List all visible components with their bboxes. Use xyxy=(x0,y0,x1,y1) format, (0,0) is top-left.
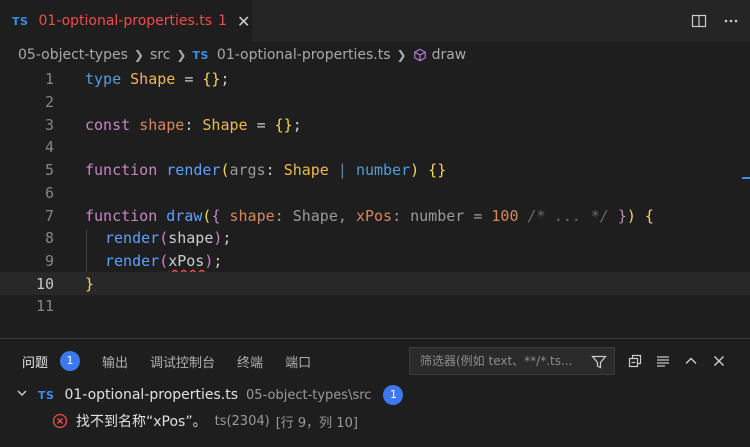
code-line: 2 xyxy=(0,91,750,114)
problem-file-name: 01-optional-properties.ts xyxy=(64,387,239,403)
problem-count-badge: 1 xyxy=(60,351,81,371)
line-number: 6 xyxy=(44,183,54,202)
view-as-list-icon[interactable] xyxy=(654,352,672,370)
line-number: 9 xyxy=(44,251,54,270)
tab-label: 问题 xyxy=(22,355,49,371)
code-line: 7 function draw({ shape: Shape, xPos: nu… xyxy=(0,204,750,227)
tab-problem-count: 1 xyxy=(218,13,227,29)
editor-tab[interactable]: TS 01-optional-properties.ts 1 ✕ xyxy=(0,0,252,42)
code-line: 4 xyxy=(0,136,750,159)
line-number: 4 xyxy=(44,138,54,157)
code-line: 11 xyxy=(0,295,750,318)
problem-count-badge: 1 xyxy=(383,385,404,405)
typescript-file-icon: TS xyxy=(38,388,55,402)
filter-icon[interactable] xyxy=(590,353,608,371)
code-line-current: 10 } xyxy=(0,272,750,295)
line-number: 3 xyxy=(44,115,54,134)
line-number: 11 xyxy=(35,297,54,316)
collapse-all-icon[interactable] xyxy=(626,352,644,370)
breadcrumb: 05-object-types ❯ src ❯ TS 01-optional-p… xyxy=(0,42,750,68)
problem-location: [行 9，列 10] xyxy=(275,415,358,431)
code-text: const shape: Shape = {}; xyxy=(85,115,302,134)
chevron-right-icon: ❯ xyxy=(133,48,144,62)
code-text: function render(args: Shape | number) {} xyxy=(85,161,447,180)
error-squiggle: xPos xyxy=(168,251,205,270)
code-line: 5 function render(args: Shape | number) … xyxy=(0,159,750,182)
problem-item[interactable]: 找不到名称“xPos”。 ts(2304) [行 9，列 10] xyxy=(0,409,750,433)
maximize-panel-icon[interactable] xyxy=(682,352,700,370)
problem-file-path: 05-object-types\src xyxy=(246,387,372,403)
code-line: 3 const shape: Shape = {}; xyxy=(0,113,750,136)
tab-output[interactable]: 输出 xyxy=(102,352,128,371)
line-number: 5 xyxy=(44,161,54,180)
filter-input[interactable] xyxy=(418,353,592,369)
tab-ports[interactable]: 端口 xyxy=(285,352,311,371)
code-text: render(shape); xyxy=(105,229,232,248)
line-number: 2 xyxy=(44,93,54,112)
filter-box xyxy=(409,347,615,375)
split-editor-icon[interactable] xyxy=(690,12,708,30)
code-line: 9 render(xPos); xyxy=(0,250,750,273)
code-text: render(xPos); xyxy=(105,251,223,270)
code-line: 6 xyxy=(0,182,750,205)
tab-debug-console[interactable]: 调试控制台 xyxy=(150,352,215,371)
chevron-right-icon: ❯ xyxy=(396,48,407,62)
typescript-file-icon: TS xyxy=(192,48,209,62)
code-line: 1 type Shape = {}; xyxy=(0,68,750,91)
line-number: 7 xyxy=(44,206,54,225)
close-icon[interactable]: ✕ xyxy=(237,12,250,31)
breadcrumb-src[interactable]: src xyxy=(150,47,170,63)
tab-title: 01-optional-properties.ts xyxy=(38,13,213,29)
editor-actions xyxy=(690,0,740,42)
typescript-file-icon: TS xyxy=(12,14,29,28)
editor-tab-bar: TS 01-optional-properties.ts 1 ✕ xyxy=(0,0,750,42)
breadcrumb-symbol[interactable]: draw xyxy=(432,47,467,63)
error-icon xyxy=(52,413,68,429)
tab-terminal[interactable]: 终端 xyxy=(237,352,263,371)
code-editor[interactable]: 1 type Shape = {}; 2 3 const shape: Shap… xyxy=(0,68,750,338)
code-text: function draw({ shape: Shape, xPos: numb… xyxy=(85,206,654,225)
tab-problems[interactable]: 问题 1 xyxy=(22,351,81,371)
problems-panel: 问题 1 输出 调试控制台 终端 端口 TS 01-optional-pr xyxy=(0,338,750,447)
chevron-right-icon: ❯ xyxy=(176,48,187,62)
chevron-down-icon[interactable] xyxy=(16,387,30,403)
problem-file-row[interactable]: TS 01-optional-properties.ts 05-object-t… xyxy=(0,383,750,407)
code-line: 8 render(shape); xyxy=(0,227,750,250)
line-number: 10 xyxy=(35,274,54,293)
close-panel-icon[interactable] xyxy=(710,352,728,370)
breadcrumb-file[interactable]: 01-optional-properties.ts xyxy=(217,47,391,63)
panel-tabs: 问题 1 输出 调试控制台 终端 端口 xyxy=(0,339,400,383)
line-number: 1 xyxy=(44,70,54,89)
code-text: type Shape = {}; xyxy=(85,70,230,89)
code-text: } xyxy=(85,274,95,293)
problem-message: 找不到名称“xPos”。 xyxy=(76,414,207,430)
line-number: 8 xyxy=(44,229,54,248)
problem-source: ts(2304) xyxy=(214,413,270,429)
more-actions-icon[interactable] xyxy=(722,12,740,30)
breadcrumb-folder[interactable]: 05-object-types xyxy=(18,47,128,63)
panel-actions xyxy=(626,347,728,375)
symbol-method-icon xyxy=(413,48,427,62)
